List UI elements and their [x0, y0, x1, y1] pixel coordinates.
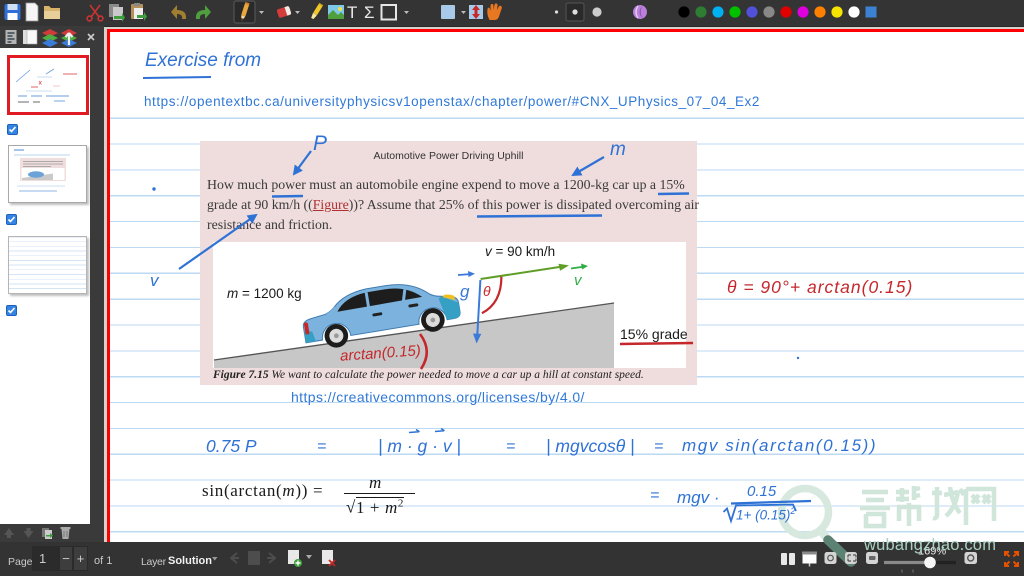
svg-text:T: T [347, 3, 357, 22]
svg-text:Σ: Σ [364, 3, 375, 22]
